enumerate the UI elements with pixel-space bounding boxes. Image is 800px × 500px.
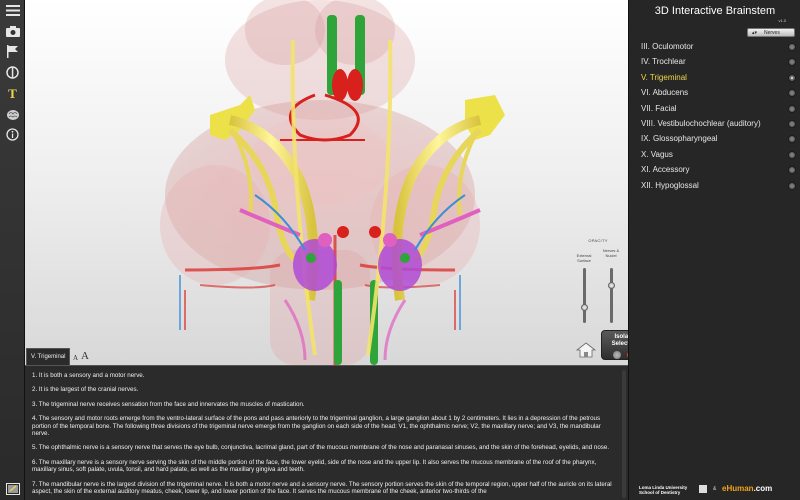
nerve-select-radio[interactable] bbox=[788, 104, 796, 113]
window-icon[interactable] bbox=[4, 481, 21, 496]
nerve-item[interactable]: IV. Trochlear bbox=[629, 55, 800, 70]
info-tab-bar: V. Trigeminal A A bbox=[25, 348, 628, 365]
nerve-select-radio[interactable] bbox=[788, 166, 796, 175]
nerve-filter-value: Nerves bbox=[764, 30, 780, 36]
nerve-item[interactable]: X. Vagus bbox=[629, 148, 800, 163]
info-list: 1. It is both a sensory and a motor nerv… bbox=[25, 366, 628, 495]
brainstem-model[interactable] bbox=[25, 0, 628, 365]
external-surface-slider-knob[interactable] bbox=[581, 303, 588, 311]
nerve-item-label: IX. Glossopharyngeal bbox=[641, 134, 718, 144]
nerve-item[interactable]: IX. Glossopharyngeal bbox=[629, 132, 800, 147]
nerve-item-label: VIII. Vestibulochochlear (auditory) bbox=[641, 118, 761, 128]
nerve-select-radio[interactable] bbox=[788, 73, 796, 82]
camera-icon[interactable] bbox=[4, 24, 21, 39]
external-surface-label: External Surface bbox=[576, 253, 592, 263]
school-logo-icon bbox=[699, 485, 707, 493]
nerve-panel: 3D Interactive Brainstem v1.0 ▴▾ Nerves … bbox=[628, 0, 800, 500]
nerve-item[interactable]: VII. Facial bbox=[629, 102, 800, 117]
flag-icon[interactable] bbox=[4, 44, 21, 59]
app-version: v1.0 bbox=[778, 18, 786, 23]
nerve-item-label: XI. Accessory bbox=[641, 165, 690, 175]
loma-linda-logo: Loma Linda University School of Dentistr… bbox=[639, 485, 688, 495]
isolate-selected-label: Isolate Selected bbox=[611, 334, 628, 347]
info-paragraph: 2. It is the largest of the cranial nerv… bbox=[32, 386, 139, 394]
info-paragraph: 6. The maxillary nerve is a sensory nerv… bbox=[32, 458, 597, 474]
nerve-item-label: IV. Trochlear bbox=[641, 57, 686, 67]
brain-icon[interactable] bbox=[4, 107, 21, 122]
nerve-item-label: VI. Abducens bbox=[641, 88, 689, 98]
nerve-select-radio[interactable] bbox=[788, 135, 796, 144]
info-paragraph: 3. The trigeminal nerve receives sensati… bbox=[32, 400, 305, 408]
font-size-increase-button[interactable]: A bbox=[81, 350, 89, 362]
info-paragraph: 5. The ophthalmic nerve is a sensory ner… bbox=[32, 444, 610, 452]
nerve-item-label: V. Trigeminal bbox=[641, 72, 687, 82]
opacity-title: OPACITY bbox=[588, 238, 608, 243]
nerve-select-radio[interactable] bbox=[788, 150, 796, 159]
app-window: T OPACITY External Surface Nerves & Nucl… bbox=[0, 0, 800, 500]
external-surface-slider[interactable] bbox=[583, 268, 586, 323]
app-title: 3D Interactive Brainstem bbox=[654, 5, 776, 17]
nerve-item[interactable]: VIII. Vestibulochochlear (auditory) bbox=[629, 117, 800, 132]
left-toolbar: T bbox=[0, 0, 25, 500]
nerve-select-radio[interactable] bbox=[788, 58, 796, 67]
info-text-panel[interactable]: 1. It is both a sensory and a motor nerv… bbox=[25, 365, 628, 500]
nerve-select-radio[interactable] bbox=[788, 181, 796, 190]
nerve-item[interactable]: V. Trigeminal bbox=[629, 71, 800, 86]
nerve-select-radio[interactable] bbox=[788, 43, 796, 51]
ehuman-logo: eHuman.com bbox=[722, 484, 773, 493]
nerves-nuclei-label: Nerves & Nuclei bbox=[602, 248, 620, 258]
nerve-filter-select[interactable]: ▴▾ Nerves bbox=[747, 28, 795, 37]
font-size-decrease-button[interactable]: A bbox=[73, 354, 78, 362]
nerve-item-label: III. Oculomotor bbox=[641, 42, 694, 51]
nerve-item-label: XII. Hypoglossal bbox=[641, 180, 699, 190]
nerve-select-radio[interactable] bbox=[788, 119, 796, 128]
nerve-list: III. Oculomotor IV. Trochlear V. Trigemina… bbox=[629, 40, 800, 194]
opacity-icon[interactable] bbox=[4, 65, 21, 80]
info-paragraph: 1. It is both a sensory and a motor nerv… bbox=[32, 372, 145, 379]
nerve-item-label: X. Vagus bbox=[641, 149, 673, 159]
nerves-slider-knob[interactable] bbox=[608, 281, 615, 289]
nerve-item[interactable]: XI. Accessory bbox=[629, 163, 800, 178]
info-scrollbar[interactable] bbox=[622, 370, 626, 498]
nerve-item[interactable]: III. Oculomotor bbox=[629, 40, 800, 55]
chevron-updown-icon: ▴▾ bbox=[752, 30, 758, 36]
menu-icon[interactable] bbox=[4, 3, 21, 18]
nerve-item[interactable]: XII. Hypoglossal bbox=[629, 179, 800, 194]
info-paragraph: 7. The mandibular nerve is the largest d… bbox=[32, 480, 612, 496]
text-icon[interactable]: T bbox=[4, 86, 21, 101]
ampersand: & bbox=[713, 486, 717, 492]
opacity-panel: OPACITY External Surface Nerves & Nuclei bbox=[573, 238, 623, 333]
nerves-slider[interactable] bbox=[610, 268, 613, 323]
brainstem-surface bbox=[160, 0, 480, 365]
info-tab[interactable]: V. Trigeminal bbox=[26, 348, 70, 365]
info-icon[interactable] bbox=[4, 127, 21, 142]
nerve-item[interactable]: VI. Abducens bbox=[629, 86, 800, 101]
info-paragraph: 4. The sensory and motor roots emerge fr… bbox=[32, 415, 601, 438]
viewport-3d[interactable]: OPACITY External Surface Nerves & Nuclei… bbox=[25, 0, 628, 365]
nerve-item-label: VII. Facial bbox=[641, 103, 677, 113]
nerve-select-radio[interactable] bbox=[788, 89, 796, 98]
footer-logos: Loma Linda University School of Dentistr… bbox=[629, 482, 800, 498]
